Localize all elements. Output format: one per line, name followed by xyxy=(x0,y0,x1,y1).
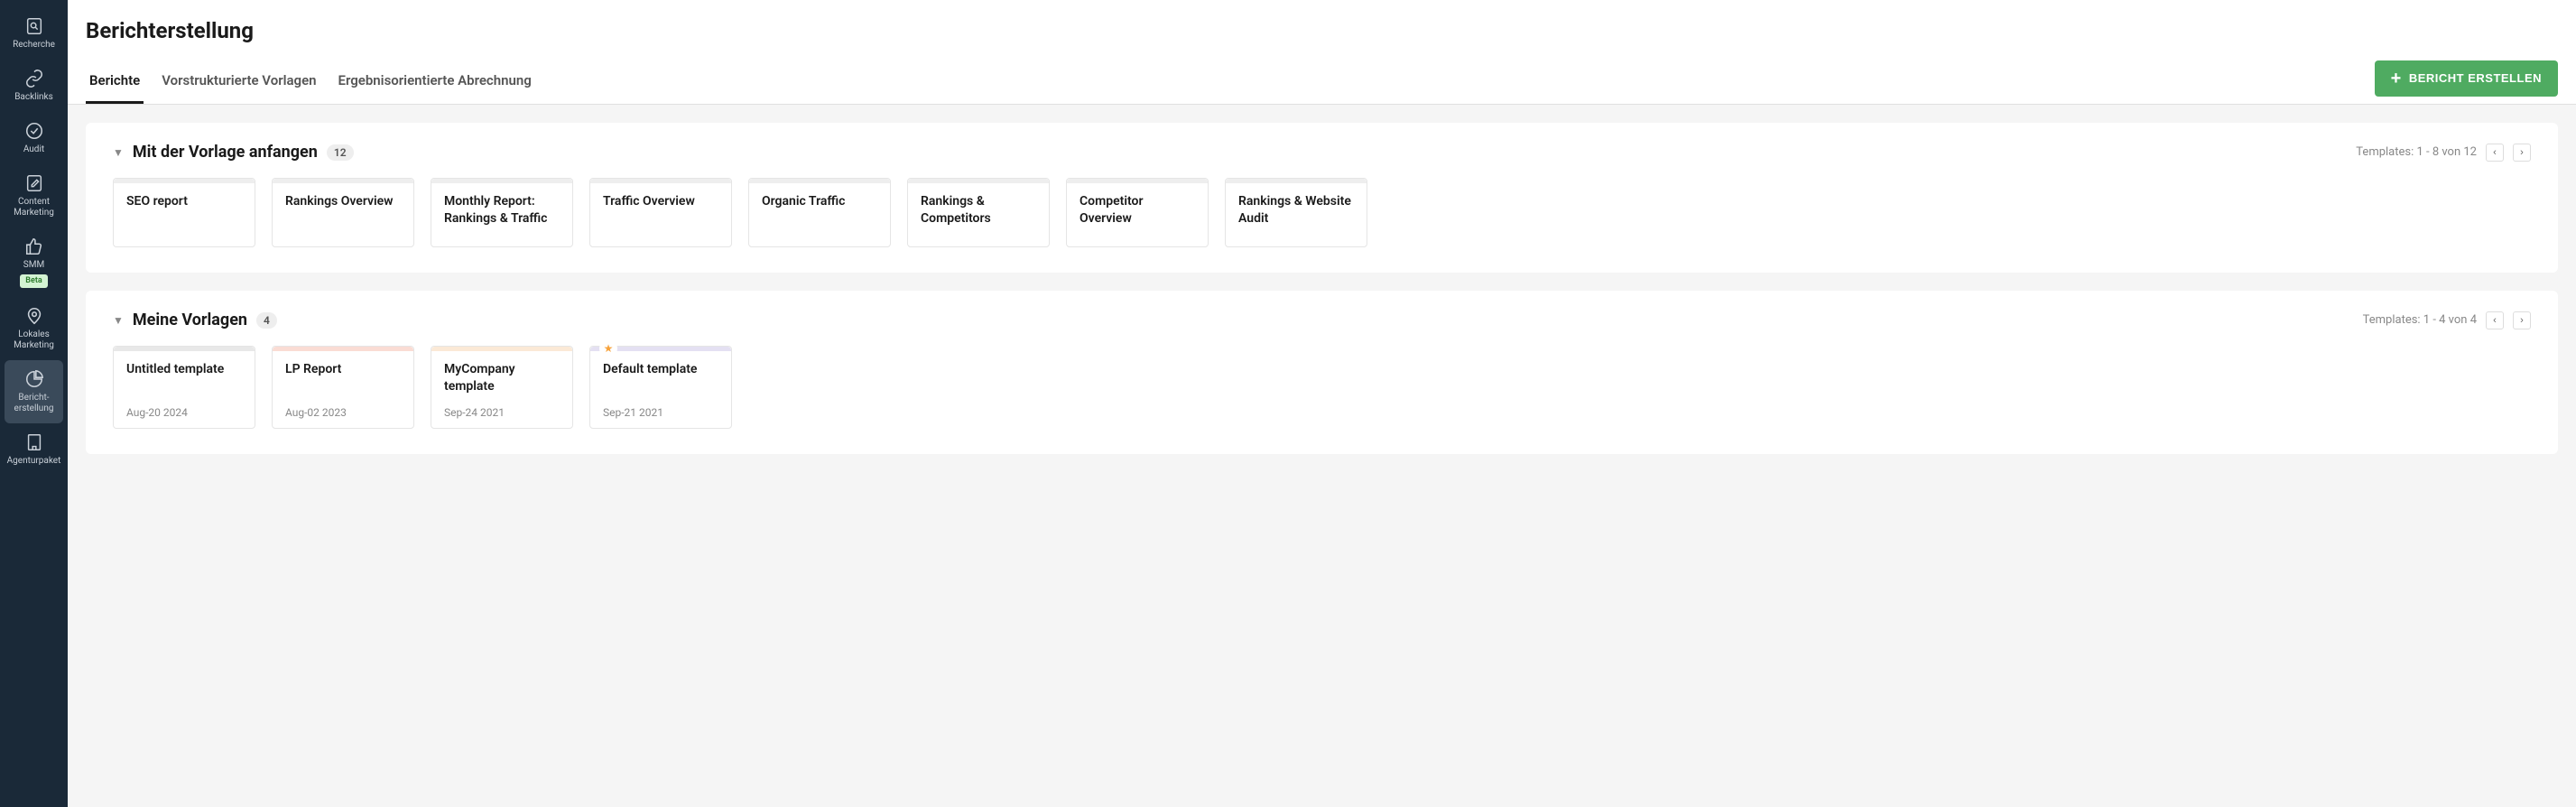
page-header: Berichterstellung Berichte Vorstrukturie… xyxy=(68,0,2576,105)
check-circle-icon xyxy=(24,121,44,141)
template-card[interactable]: Traffic Overview xyxy=(589,178,732,247)
template-card[interactable]: Monthly Report: Rankings & Traffic xyxy=(431,178,573,247)
template-name: Monthly Report: Rankings & Traffic xyxy=(444,193,560,227)
sidebar-item-smm[interactable]: SMM Beta xyxy=(0,227,68,297)
plus-icon: + xyxy=(2391,70,2402,88)
sidebar-item-berichterstellung[interactable]: Bericht-erstellung xyxy=(5,360,63,423)
template-name: Rankings & Competitors xyxy=(921,193,1036,227)
template-card[interactable]: Untitled template Aug-20 2024 xyxy=(113,346,255,429)
nav-text: Templates: 1 - 4 von 4 xyxy=(2363,313,2477,327)
link-icon xyxy=(24,69,44,88)
sidebar: Recherche Backlinks Audit Content Market… xyxy=(0,0,68,807)
template-card[interactable]: Rankings Overview xyxy=(272,178,414,247)
template-card[interactable]: LP Report Aug-02 2023 xyxy=(272,346,414,429)
chevron-left-icon: ‹ xyxy=(2493,315,2497,326)
template-name: Competitor Overview xyxy=(1080,193,1195,227)
chevron-left-icon: ‹ xyxy=(2493,147,2497,158)
section-header: ▼ Mit der Vorlage anfangen 12 Templates:… xyxy=(113,143,2531,162)
prev-button[interactable]: ‹ xyxy=(2486,144,2504,162)
section-my-templates: ▼ Meine Vorlagen 4 Templates: 1 - 4 von … xyxy=(86,291,2558,454)
template-cards-row: Untitled template Aug-20 2024 LP Report … xyxy=(113,346,2531,429)
template-card[interactable]: Rankings & Competitors xyxy=(907,178,1050,247)
template-name: LP Report xyxy=(285,361,401,378)
sidebar-item-backlinks[interactable]: Backlinks xyxy=(0,60,68,112)
sidebar-label: SMM xyxy=(23,260,44,271)
template-name: MyCompany template xyxy=(444,361,560,395)
nav-text: Templates: 1 - 8 von 12 xyxy=(2356,145,2477,159)
sidebar-item-agenturpaket[interactable]: Agenturpaket xyxy=(0,423,68,476)
collapse-icon[interactable]: ▼ xyxy=(113,314,124,327)
create-report-label: BERICHT ERSTELLEN xyxy=(2409,71,2542,85)
beta-badge: Beta xyxy=(20,274,47,288)
template-card[interactable]: Competitor Overview xyxy=(1066,178,1209,247)
template-name: Rankings & Website Audit xyxy=(1238,193,1354,227)
template-card[interactable]: SEO report xyxy=(113,178,255,247)
sidebar-item-content-marketing[interactable]: Content Marketing xyxy=(0,164,68,227)
template-name: Traffic Overview xyxy=(603,193,718,210)
next-button[interactable]: › xyxy=(2513,311,2531,329)
collapse-icon[interactable]: ▼ xyxy=(113,146,124,159)
template-name: Organic Traffic xyxy=(762,193,877,210)
template-name: Default template xyxy=(603,361,718,378)
star-icon: ★ xyxy=(599,339,617,357)
main-content: Berichterstellung Berichte Vorstrukturie… xyxy=(68,0,2576,807)
pie-chart-icon xyxy=(24,369,44,389)
template-card[interactable]: ★ Default template Sep-21 2021 xyxy=(589,346,732,429)
section-nav: Templates: 1 - 4 von 4 ‹ › xyxy=(2363,311,2531,329)
next-button[interactable]: › xyxy=(2513,144,2531,162)
section-title: Mit der Vorlage anfangen xyxy=(133,143,318,162)
tabs-row: Berichte Vorstrukturierte Vorlagen Ergeb… xyxy=(68,60,2576,105)
section-title-group: ▼ Mit der Vorlage anfangen 12 xyxy=(113,143,354,162)
template-name: Untitled template xyxy=(126,361,242,378)
edit-page-icon xyxy=(24,173,44,193)
chevron-right-icon: › xyxy=(2520,147,2524,158)
page-title: Berichterstellung xyxy=(68,18,2576,60)
count-badge: 4 xyxy=(256,312,277,329)
section-nav: Templates: 1 - 8 von 12 ‹ › xyxy=(2356,144,2531,162)
sidebar-label: Lokales Marketing xyxy=(4,329,64,351)
template-name: SEO report xyxy=(126,193,242,210)
sidebar-label: Backlinks xyxy=(14,92,53,103)
tab-vorstrukturierte-vorlagen[interactable]: Vorstrukturierte Vorlagen xyxy=(158,60,320,104)
tabs: Berichte Vorstrukturierte Vorlagen Ergeb… xyxy=(86,60,535,104)
sidebar-label: Bericht-erstellung xyxy=(6,393,61,414)
sidebar-label: Audit xyxy=(23,144,44,155)
template-card[interactable]: Organic Traffic xyxy=(748,178,891,247)
section-title-group: ▼ Meine Vorlagen 4 xyxy=(113,311,277,329)
sidebar-item-audit[interactable]: Audit xyxy=(0,112,68,164)
template-date: Sep-21 2021 xyxy=(603,406,718,419)
sidebar-item-recherche[interactable]: Recherche xyxy=(0,7,68,60)
tab-berichte[interactable]: Berichte xyxy=(86,60,144,104)
section-header: ▼ Meine Vorlagen 4 Templates: 1 - 4 von … xyxy=(113,311,2531,329)
sidebar-label: Content Marketing xyxy=(4,197,64,218)
search-page-icon xyxy=(24,16,44,36)
template-name: Rankings Overview xyxy=(285,193,401,210)
template-cards-row: SEO report Rankings Overview Monthly Rep… xyxy=(113,178,2531,247)
map-pin-icon xyxy=(24,306,44,326)
template-card[interactable]: MyCompany template Sep-24 2021 xyxy=(431,346,573,429)
template-date: Aug-02 2023 xyxy=(285,406,401,419)
building-icon xyxy=(24,432,44,452)
sidebar-label: Agenturpaket xyxy=(7,456,61,467)
content-area: ▼ Mit der Vorlage anfangen 12 Templates:… xyxy=(68,105,2576,807)
prev-button[interactable]: ‹ xyxy=(2486,311,2504,329)
template-card[interactable]: Rankings & Website Audit xyxy=(1225,178,1367,247)
thumbs-up-icon xyxy=(24,237,44,256)
sidebar-item-lokales-marketing[interactable]: Lokales Marketing xyxy=(0,297,68,360)
sidebar-label: Recherche xyxy=(13,40,55,51)
template-date: Aug-20 2024 xyxy=(126,406,242,419)
count-badge: 12 xyxy=(327,144,354,161)
section-title: Meine Vorlagen xyxy=(133,311,247,329)
chevron-right-icon: › xyxy=(2520,315,2524,326)
section-start-with-template: ▼ Mit der Vorlage anfangen 12 Templates:… xyxy=(86,123,2558,273)
template-date: Sep-24 2021 xyxy=(444,406,560,419)
tab-ergebnisorientierte-abrechnung[interactable]: Ergebnisorientierte Abrechnung xyxy=(335,60,535,104)
create-report-button[interactable]: + BERICHT ERSTELLEN xyxy=(2375,60,2558,97)
